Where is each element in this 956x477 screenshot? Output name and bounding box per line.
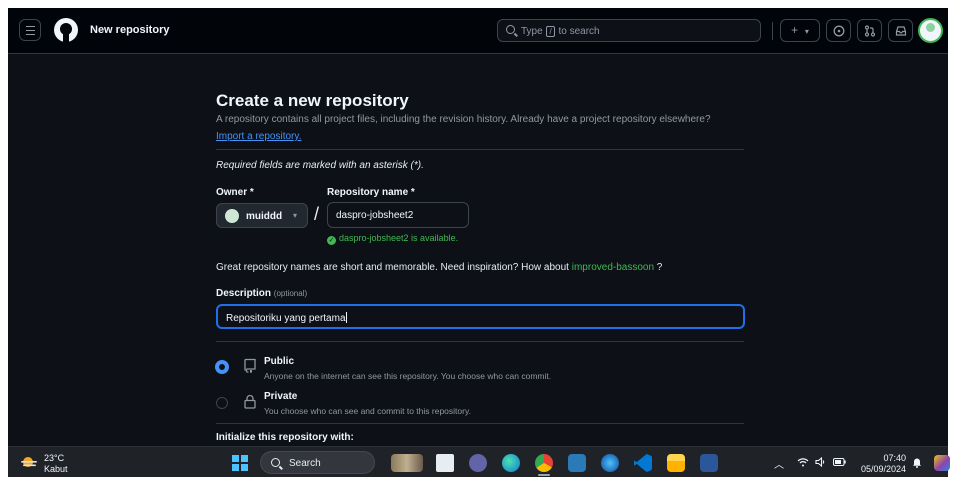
owner-label: Owner * [216, 187, 254, 198]
battery-icon[interactable] [833, 458, 846, 466]
owner-dropdown[interactable]: muiddd ▾ [216, 203, 308, 228]
github-logo-icon[interactable] [54, 18, 78, 42]
taskbar-search-label: Search [289, 458, 321, 469]
public-title[interactable]: Public [264, 356, 294, 367]
slash-key-hint: / [546, 26, 555, 37]
initialize-heading: Initialize this repository with: [216, 432, 354, 443]
search-placeholder: Type / to search [521, 26, 600, 37]
teams-icon[interactable] [469, 454, 487, 472]
header-page-title[interactable]: New repository [90, 24, 169, 36]
clock-time[interactable]: 07:40 [870, 453, 906, 463]
copilot-app-icon[interactable] [601, 454, 619, 472]
issues-icon [833, 25, 844, 37]
availability-message: ✓ daspro-jobsheet2 is available. [327, 233, 459, 245]
notification-bell-icon[interactable] [912, 457, 922, 468]
vscode-icon[interactable] [634, 454, 652, 472]
chevron-down-icon: ▾ [804, 27, 809, 36]
owner-name: muiddd [246, 211, 283, 222]
clock-date[interactable]: 05/09/2024 [854, 464, 906, 474]
header-divider [772, 22, 773, 40]
widgets-app-icon[interactable] [391, 454, 423, 472]
fog-weather-icon[interactable] [20, 456, 38, 469]
description-value: Repositoriku yang pertama [226, 312, 347, 324]
file-explorer-icon[interactable] [667, 454, 685, 472]
lead-text: A repository contains all project files,… [216, 114, 711, 125]
edge-browser-icon[interactable] [502, 454, 520, 472]
pull-request-icon [864, 25, 875, 37]
repo-icon [244, 358, 256, 373]
optional-hint: (optional) [273, 289, 308, 298]
github-header: New repository Type / to search + ▾ [8, 8, 948, 54]
word-icon[interactable] [700, 454, 718, 472]
pull-requests-button[interactable] [857, 19, 882, 42]
plus-icon: + [791, 23, 799, 37]
check-circle-icon: ✓ [327, 236, 336, 245]
task-view-icon[interactable] [436, 454, 454, 472]
weather-condition[interactable]: Kabut [44, 464, 68, 474]
user-avatar[interactable] [918, 18, 943, 43]
repository-name-value: daspro-jobsheet2 [336, 210, 414, 221]
required-fields-note: Required fields are marked with an aster… [216, 160, 424, 171]
windows-taskbar: 23°C Kabut Search ︿ 07:40 05/09/2024 [8, 446, 950, 477]
import-repository-link[interactable]: Import a repository. [216, 131, 301, 142]
chrome-active-indicator [538, 474, 550, 476]
menu-icon[interactable] [19, 19, 41, 41]
chevron-up-icon[interactable]: ︿ [774, 456, 784, 471]
browser-content: New repository Type / to search + ▾ Crea… [8, 8, 948, 446]
inbox-icon [895, 26, 906, 36]
repository-name-input[interactable]: daspro-jobsheet2 [327, 202, 469, 228]
name-suggestion-text: Great repository names are short and mem… [216, 262, 663, 273]
suggested-name-link[interactable]: improved-bassoon [572, 262, 654, 273]
search-icon [271, 458, 280, 467]
volume-icon[interactable] [815, 457, 826, 467]
chevron-down-icon: ▾ [293, 211, 298, 220]
page-heading: Create a new repository [216, 91, 409, 110]
chrome-browser-icon[interactable] [535, 454, 553, 472]
divider [216, 341, 744, 342]
search-icon [506, 25, 515, 34]
private-title[interactable]: Private [264, 391, 297, 402]
owner-repo-separator: / [314, 204, 320, 224]
description-input[interactable]: Repositoriku yang pertama [216, 304, 745, 329]
repository-name-label: Repository name * [327, 187, 415, 198]
windows-start-icon[interactable] [232, 455, 248, 471]
owner-avatar [225, 209, 239, 223]
lock-icon [244, 394, 256, 409]
divider [216, 149, 744, 150]
create-new-button[interactable]: + ▾ [780, 19, 820, 42]
public-radio[interactable] [216, 361, 228, 373]
private-radio[interactable] [216, 397, 228, 409]
mysql-workbench-icon[interactable] [568, 454, 586, 472]
inbox-button[interactable] [888, 19, 913, 42]
public-description: Anyone on the internet can see this repo… [264, 371, 552, 381]
wifi-icon[interactable] [797, 457, 809, 467]
weather-temperature[interactable]: 23°C [44, 453, 64, 463]
search-input[interactable]: Type / to search [497, 19, 761, 42]
divider [216, 423, 744, 424]
description-label: Description (optional) [216, 288, 308, 299]
text-cursor [345, 312, 347, 323]
private-description: You choose who can see and commit to thi… [264, 406, 471, 416]
copilot-icon[interactable] [934, 455, 950, 471]
issues-button[interactable] [826, 19, 851, 42]
taskbar-search[interactable]: Search [260, 451, 375, 474]
